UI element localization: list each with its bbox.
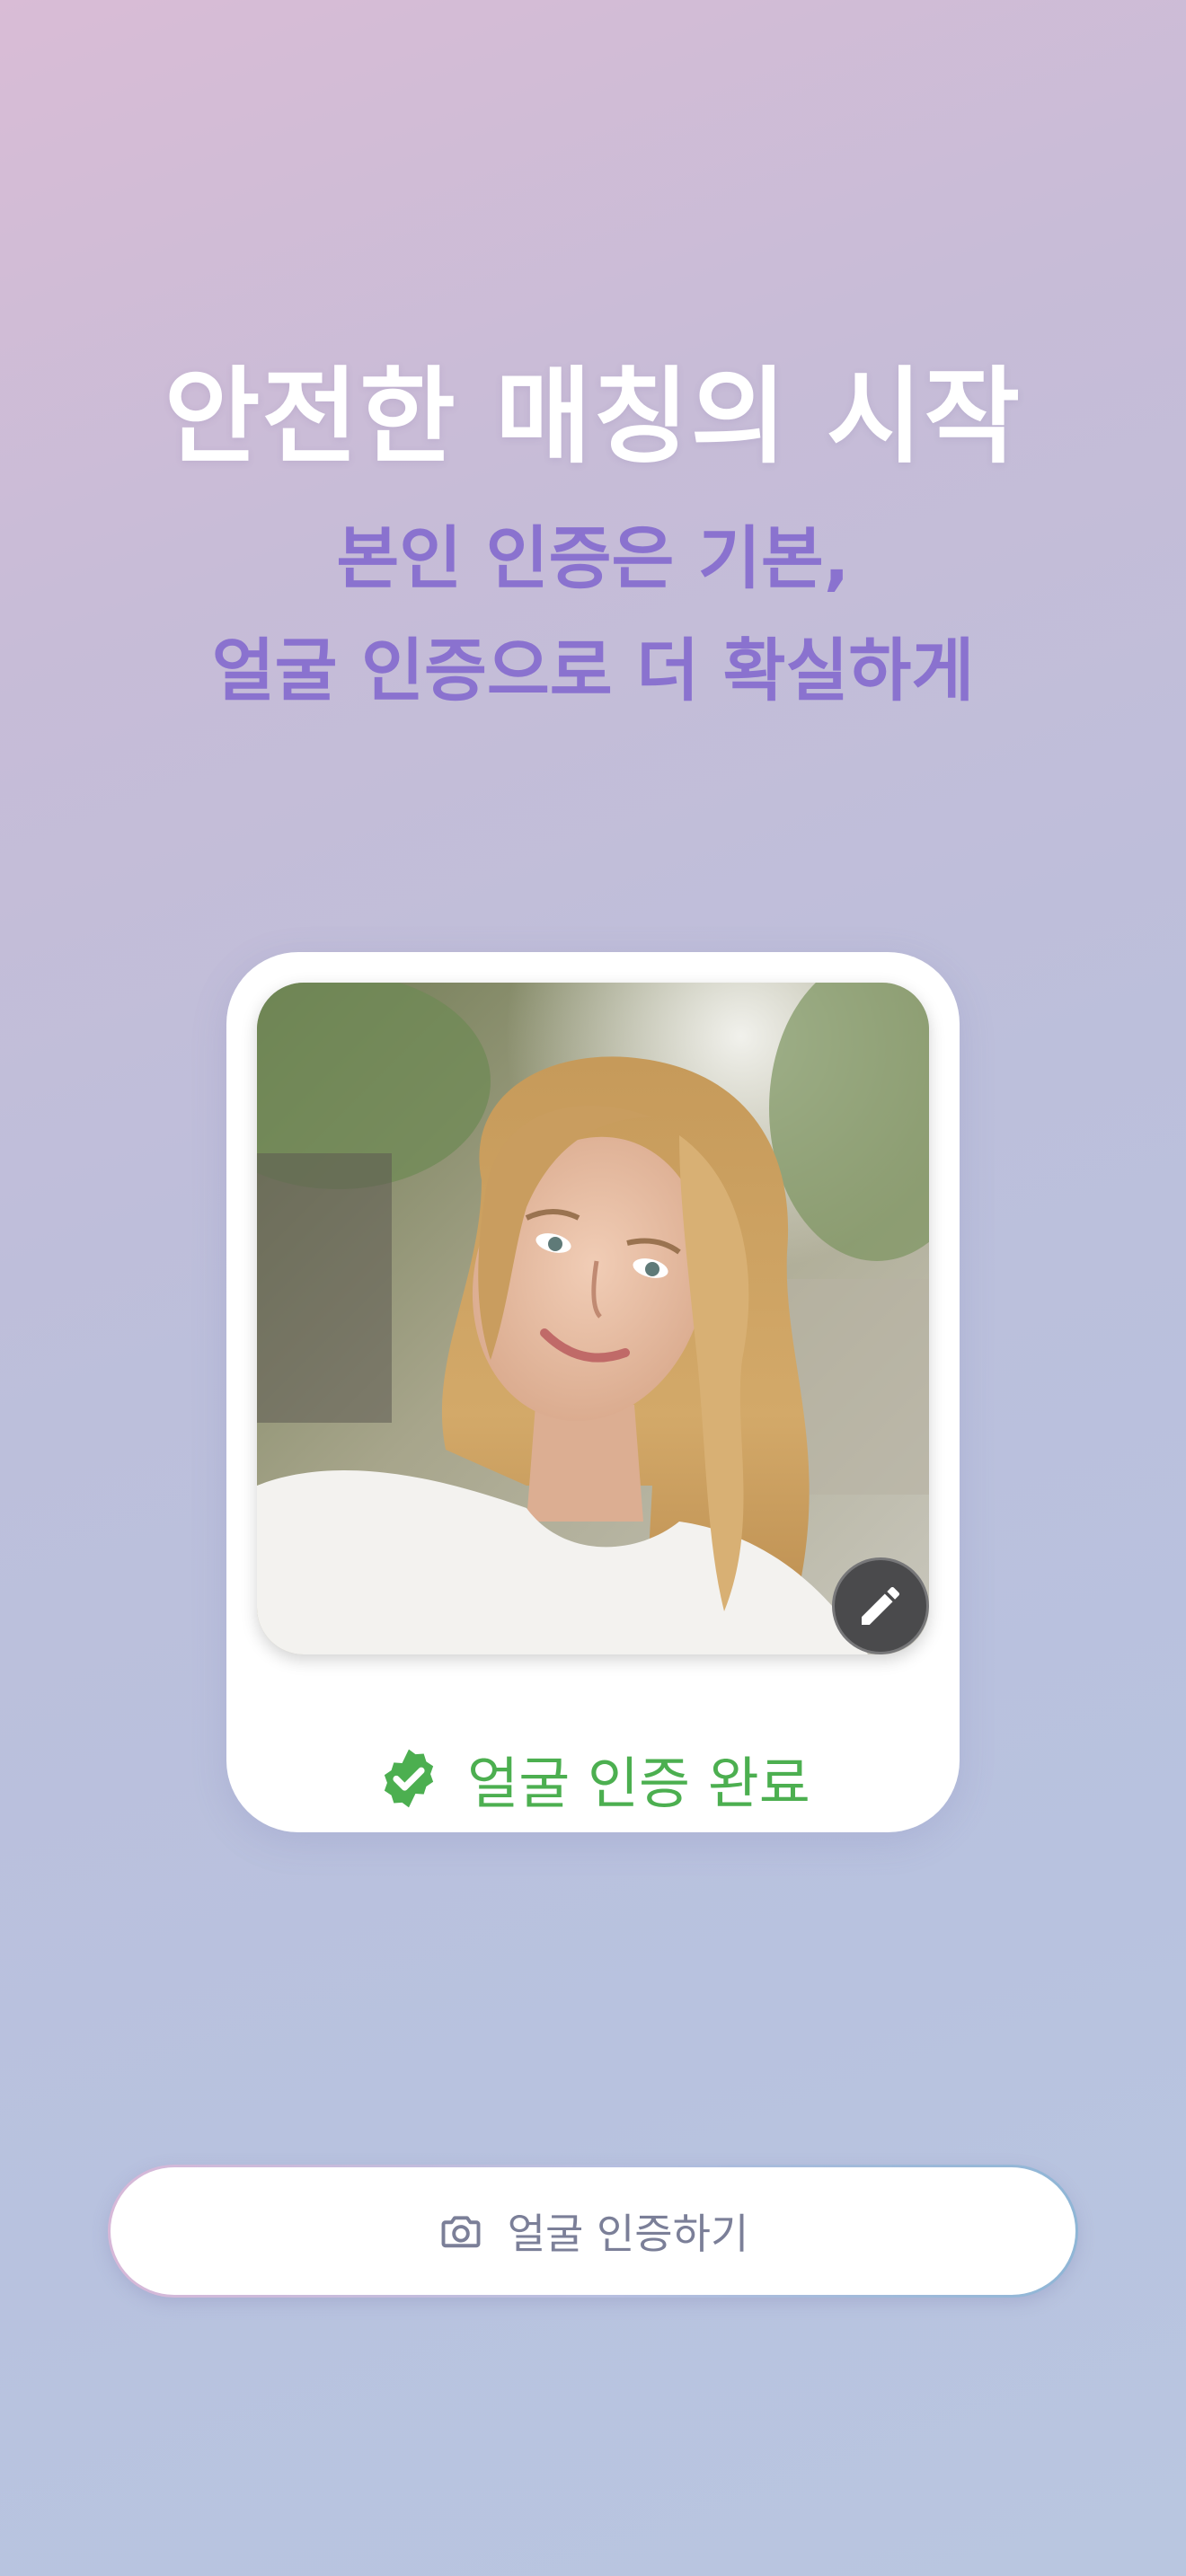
subtitle-line-2: 얼굴 인증으로 더 확실하게 — [211, 631, 975, 710]
headline: 안전한 매칭의 시작 — [164, 357, 1022, 478]
face-verify-button[interactable]: 얼굴 인증하기 — [108, 2165, 1078, 2298]
subtitle-line-1: 본인 인증은 기본, — [336, 518, 850, 598]
verified-badge-icon — [385, 1749, 434, 1808]
profile-photo[interactable] — [257, 983, 929, 1654]
edit-photo-button[interactable] — [832, 1557, 929, 1654]
profile-photo-illustration — [257, 983, 929, 1654]
pencil-icon — [862, 1586, 900, 1625]
profile-card: 얼굴 인증 완료 — [226, 952, 960, 1832]
verification-status-label: 얼굴 인증 완료 — [467, 1751, 810, 1816]
verification-status: 얼굴 인증 완료 — [226, 1738, 960, 1819]
camera-icon — [441, 2216, 481, 2248]
face-verify-button-label: 얼굴 인증하기 — [507, 2210, 749, 2258]
